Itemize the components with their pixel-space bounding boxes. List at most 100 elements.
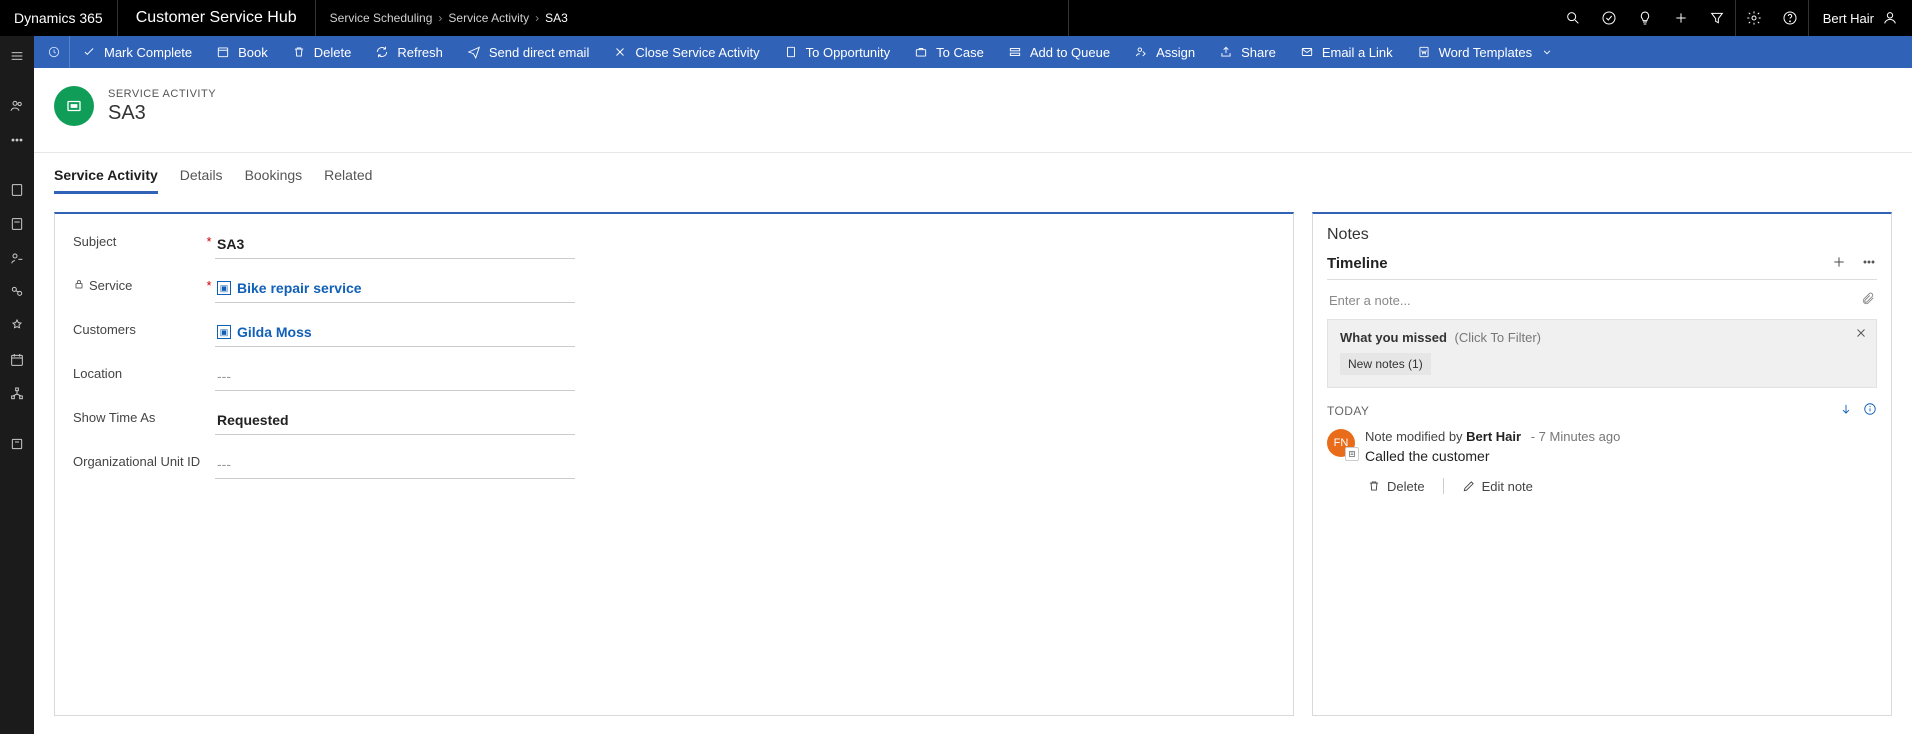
divider — [1443, 478, 1444, 494]
customers-field[interactable]: ▣ Gilda Moss — [215, 320, 575, 347]
sort-icon[interactable] — [1839, 402, 1853, 419]
timeline-entry[interactable]: FN Note modified by Bert Hair - 7 Minute… — [1327, 429, 1877, 464]
cmd-label: Book — [238, 45, 268, 60]
nav-item-icon[interactable] — [0, 276, 34, 308]
attachment-icon[interactable] — [1861, 292, 1875, 309]
cmd-label: Email a Link — [1322, 45, 1393, 60]
form-section-general: Subject * SA3 Service * ▣ Bike repair se… — [54, 212, 1294, 716]
recent-icon[interactable] — [38, 36, 70, 68]
lightbulb-icon[interactable] — [1627, 0, 1663, 36]
missed-chip[interactable]: New notes (1) — [1340, 353, 1431, 375]
subject-field[interactable]: SA3 — [215, 232, 575, 259]
brand[interactable]: Dynamics 365 — [0, 0, 118, 36]
email-a-link-button[interactable]: Email a Link — [1288, 36, 1405, 68]
app-hub[interactable]: Customer Service Hub — [118, 0, 316, 36]
queue-icon — [1008, 45, 1022, 59]
assign-icon — [1134, 45, 1148, 59]
entity-kicker: SERVICE ACTIVITY — [108, 88, 216, 100]
nav-sitemap-icon[interactable] — [0, 378, 34, 410]
task-check-icon[interactable] — [1591, 0, 1627, 36]
cmd-label: Word Templates — [1439, 45, 1532, 60]
calendar-icon — [216, 45, 230, 59]
help-icon[interactable] — [1772, 0, 1808, 36]
nav-contacts-icon[interactable] — [0, 90, 34, 122]
tab-details[interactable]: Details — [180, 161, 223, 194]
entry-when: 7 Minutes ago — [1539, 429, 1621, 444]
note-input[interactable]: Enter a note... — [1327, 286, 1877, 319]
send-icon — [467, 45, 481, 59]
dismiss-missed-button[interactable] — [1854, 326, 1868, 343]
timeline-more-button[interactable] — [1861, 254, 1877, 273]
cmd-label: Refresh — [397, 45, 443, 60]
nav-calendar-icon[interactable] — [0, 344, 34, 376]
tab-related[interactable]: Related — [324, 161, 372, 194]
refresh-button[interactable]: Refresh — [363, 36, 455, 68]
info-icon[interactable] — [1863, 402, 1877, 419]
service-field[interactable]: ▣ Bike repair service — [215, 276, 575, 303]
org-unit-field[interactable]: --- — [215, 452, 575, 479]
left-nav — [0, 36, 34, 734]
overflow-icon[interactable] — [0, 124, 34, 156]
word-icon — [1417, 45, 1431, 59]
hamburger-icon[interactable] — [0, 40, 34, 72]
timeline-today-label: TODAY — [1327, 404, 1369, 418]
entry-prefix: Note modified by — [1365, 429, 1466, 444]
breadcrumb: Service Scheduling › Service Activity › … — [316, 0, 582, 36]
note-type-icon — [1345, 447, 1359, 461]
cmd-label: Close Service Activity — [635, 45, 759, 60]
nav-item-icon[interactable] — [0, 208, 34, 240]
filter-icon[interactable] — [1699, 0, 1735, 36]
breadcrumb-item[interactable]: Service Activity — [448, 11, 529, 25]
customer-link[interactable]: Gilda Moss — [237, 324, 312, 340]
close-icon — [613, 45, 627, 59]
assign-button[interactable]: Assign — [1122, 36, 1207, 68]
missed-hint[interactable]: (Click To Filter) — [1455, 330, 1541, 345]
service-link[interactable]: Bike repair service — [237, 280, 362, 296]
nav-item-icon[interactable] — [0, 310, 34, 342]
note-edit-button[interactable]: Edit note — [1462, 479, 1533, 494]
send-direct-email-button[interactable]: Send direct email — [455, 36, 601, 68]
user-menu[interactable]: Bert Hair — [1809, 10, 1912, 26]
case-icon — [914, 45, 928, 59]
field-label: Location — [73, 364, 203, 381]
nav-item-icon[interactable] — [0, 242, 34, 274]
cmd-label: Add to Queue — [1030, 45, 1110, 60]
field-label: Organizational Unit ID — [73, 452, 203, 470]
cmd-label: Mark Complete — [104, 45, 192, 60]
search-icon[interactable] — [1555, 0, 1591, 36]
lock-icon — [73, 278, 85, 293]
page-title: SA3 — [108, 102, 216, 125]
to-case-button[interactable]: To Case — [902, 36, 996, 68]
add-to-queue-button[interactable]: Add to Queue — [996, 36, 1122, 68]
show-time-as-field[interactable]: Requested — [215, 408, 575, 435]
book-button[interactable]: Book — [204, 36, 280, 68]
label-text: Service — [89, 278, 132, 293]
tab-service-activity[interactable]: Service Activity — [54, 161, 158, 194]
timeline-heading: Timeline — [1327, 255, 1388, 272]
timeline-add-button[interactable] — [1831, 254, 1847, 273]
note-delete-button[interactable]: Delete — [1367, 479, 1425, 494]
refresh-icon — [375, 45, 389, 59]
global-top-bar: Dynamics 365 Customer Service Hub Servic… — [0, 0, 1912, 36]
mark-complete-button[interactable]: Mark Complete — [70, 36, 204, 68]
share-button[interactable]: Share — [1207, 36, 1288, 68]
record-header: SERVICE ACTIVITY SA3 — [34, 68, 1912, 153]
tab-bookings[interactable]: Bookings — [245, 161, 303, 194]
entry-body: Called the customer — [1365, 448, 1620, 464]
gear-icon[interactable] — [1736, 0, 1772, 36]
nav-item-icon[interactable] — [0, 428, 34, 460]
required-icon: * — [203, 276, 215, 293]
avatar: FN — [1327, 429, 1355, 457]
nav-item-icon[interactable] — [0, 174, 34, 206]
opportunity-icon — [784, 45, 798, 59]
to-opportunity-button[interactable]: To Opportunity — [772, 36, 903, 68]
word-templates-button[interactable]: Word Templates — [1405, 36, 1566, 68]
field-label: Service — [73, 276, 203, 293]
plus-icon[interactable] — [1663, 0, 1699, 36]
breadcrumb-item[interactable]: Service Scheduling — [330, 11, 433, 25]
close-service-activity-button[interactable]: Close Service Activity — [601, 36, 771, 68]
location-field[interactable]: --- — [215, 364, 575, 391]
note-placeholder: Enter a note... — [1329, 293, 1411, 308]
cmd-label: Delete — [314, 45, 352, 60]
delete-button[interactable]: Delete — [280, 36, 364, 68]
